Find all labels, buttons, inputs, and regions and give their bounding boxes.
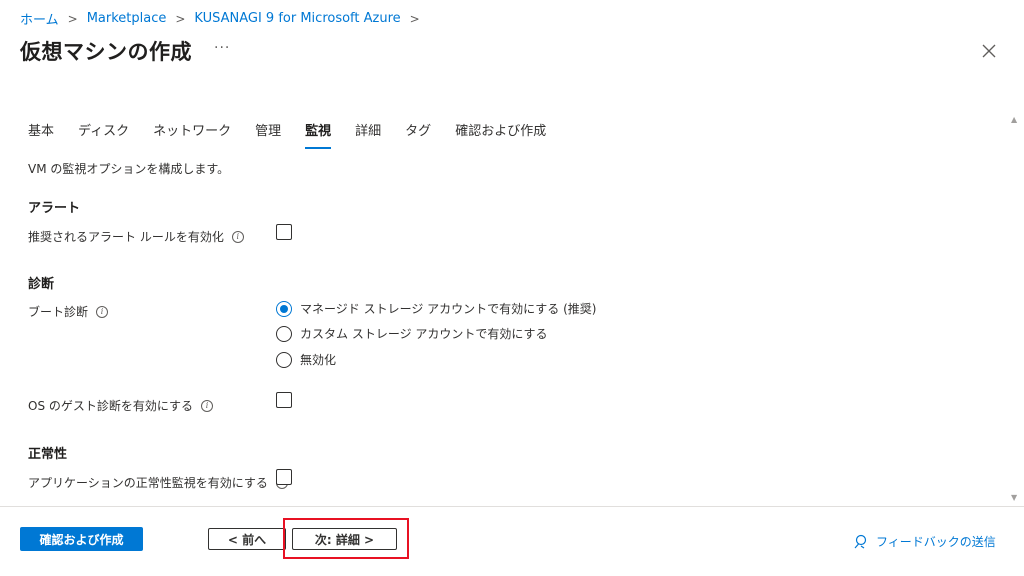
- health-heading: 正常性: [28, 447, 68, 462]
- guest-diagnostics-label-row: OS のゲスト診断を有効にする i: [28, 397, 213, 414]
- radio-selected-icon: [276, 300, 292, 317]
- app-health-label-row: アプリケーションの正常性監視を有効にする i: [28, 474, 288, 491]
- radio-unselected-icon: [276, 351, 292, 368]
- breadcrumb: ホーム > Marketplace > KUSANAGI 9 for Micro…: [20, 9, 429, 28]
- radio-unselected-icon: [276, 325, 292, 342]
- breadcrumb-home[interactable]: ホーム: [20, 9, 59, 28]
- app-health-label: アプリケーションの正常性監視を有効にする: [28, 476, 268, 490]
- tab-management[interactable]: 管理: [255, 120, 281, 147]
- boot-diagnostics-label-row: ブート診断 i: [28, 303, 109, 320]
- info-icon[interactable]: i: [96, 305, 109, 318]
- footer-divider: [0, 506, 1024, 507]
- page-title: 仮想マシンの作成: [20, 40, 192, 64]
- radio-managed-storage-label: マネージド ストレージ アカウントで有効にする (推奨): [300, 302, 597, 316]
- close-button[interactable]: [978, 40, 1000, 62]
- guest-diagnostics-checkbox[interactable]: [276, 392, 292, 408]
- alert-rule-label: 推奨されるアラート ルールを有効化: [28, 230, 224, 244]
- radio-disable[interactable]: 無効化: [276, 351, 336, 368]
- breadcrumb-kusanagi[interactable]: KUSANAGI 9 for Microsoft Azure: [194, 11, 400, 26]
- info-icon[interactable]: i: [231, 230, 244, 243]
- feedback-icon: [854, 534, 867, 548]
- tab-disks[interactable]: ディスク: [78, 120, 129, 147]
- tab-review-create[interactable]: 確認および作成: [455, 120, 546, 147]
- breadcrumb-separator: >: [409, 11, 420, 26]
- tab-tags[interactable]: タグ: [405, 120, 431, 147]
- radio-custom-storage-label: カスタム ストレージ アカウントで有効にする: [300, 327, 548, 341]
- breadcrumb-separator: >: [175, 11, 186, 26]
- guest-diagnostics-label: OS のゲスト診断を有効にする: [28, 399, 193, 413]
- next-button-highlight-box: [283, 518, 409, 559]
- breadcrumb-marketplace[interactable]: Marketplace: [87, 11, 167, 26]
- tab-advanced[interactable]: 詳細: [355, 120, 381, 147]
- boot-diagnostics-label: ブート診断: [28, 305, 89, 319]
- close-icon: [982, 44, 996, 58]
- alert-rule-checkbox[interactable]: [276, 224, 292, 240]
- scroll-down-arrow-icon[interactable]: ▼: [1011, 493, 1017, 502]
- feedback-label: フィードバックの送信: [876, 535, 996, 549]
- feedback-link[interactable]: フィードバックの送信: [852, 533, 996, 550]
- review-create-button[interactable]: 確認および作成: [20, 527, 143, 551]
- alert-rule-label-row: 推奨されるアラート ルールを有効化 i: [28, 228, 244, 245]
- radio-custom-storage[interactable]: カスタム ストレージ アカウントで有効にする: [276, 325, 548, 342]
- diagnostics-heading: 診断: [28, 277, 55, 292]
- radio-managed-storage[interactable]: マネージド ストレージ アカウントで有効にする (推奨): [276, 300, 596, 317]
- info-icon[interactable]: i: [201, 399, 213, 412]
- breadcrumb-separator: >: [67, 11, 78, 26]
- scroll-up-arrow-icon[interactable]: ▲: [1011, 115, 1017, 124]
- alert-heading: アラート: [28, 201, 81, 216]
- tab-networking[interactable]: ネットワーク: [153, 120, 231, 147]
- more-options-button[interactable]: ···: [214, 40, 230, 56]
- tab-monitoring[interactable]: 監視: [305, 120, 332, 149]
- radio-disable-label: 無効化: [300, 353, 337, 367]
- tab-description: VM の監視オプションを構成します。: [28, 162, 230, 176]
- app-health-checkbox[interactable]: [276, 469, 292, 485]
- tab-basics[interactable]: 基本: [28, 120, 54, 147]
- previous-button[interactable]: < 前へ: [208, 528, 286, 550]
- tab-bar: 基本 ディスク ネットワーク 管理 監視 詳細 タグ 確認および作成: [28, 120, 546, 149]
